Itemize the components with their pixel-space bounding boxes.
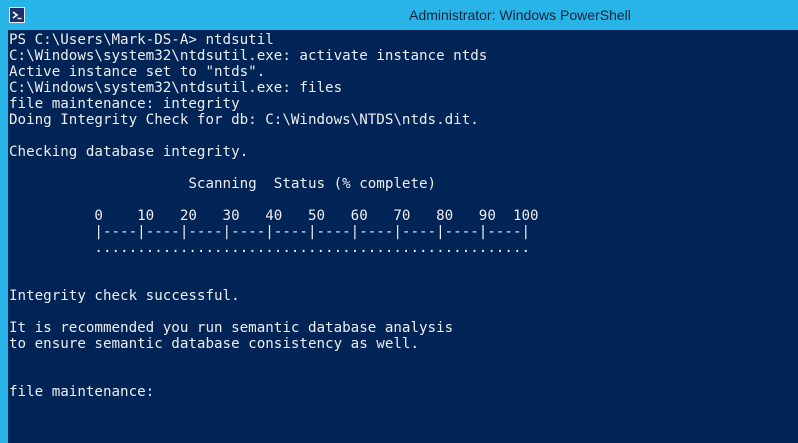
powershell-icon[interactable] [9,7,25,23]
console-line: C:\Windows\system32\ntdsutil.exe: files [9,80,343,96]
window-title: Administrator: Windows PowerShell [409,7,631,23]
console-line: PS C:\Users\Mark-DS-A> ntdsutil [9,32,274,48]
powershell-window: Administrator: Windows PowerShell PS C:\… [0,0,798,443]
console-line: |----|----|----|----|----|----|----|----… [9,224,531,240]
console-line: 0 10 20 30 40 50 60 70 80 90 100 [9,208,539,224]
window-left-border [0,30,8,443]
console-prompt-line[interactable]: file maintenance: [9,384,795,400]
console-line: Integrity check successful. [9,288,240,304]
console-output[interactable]: PS C:\Users\Mark-DS-A> ntdsutil C:\Windo… [9,32,795,443]
console-line: to ensure semantic database consistency … [9,336,419,352]
console-line: Active instance set to "ntds". [9,64,266,80]
console-line: Checking database integrity. [9,144,249,160]
console-line: ........................................… [9,240,531,256]
console-line: file maintenance: integrity [9,96,240,112]
console-line: Doing Integrity Check for db: C:\Windows… [9,112,479,128]
console-line: C:\Windows\system32\ntdsutil.exe: activa… [9,48,488,64]
console-line: It is recommended you run semantic datab… [9,320,454,336]
console-line: Scanning Status (% complete) [9,176,437,192]
title-bar[interactable]: Administrator: Windows PowerShell [0,0,798,30]
